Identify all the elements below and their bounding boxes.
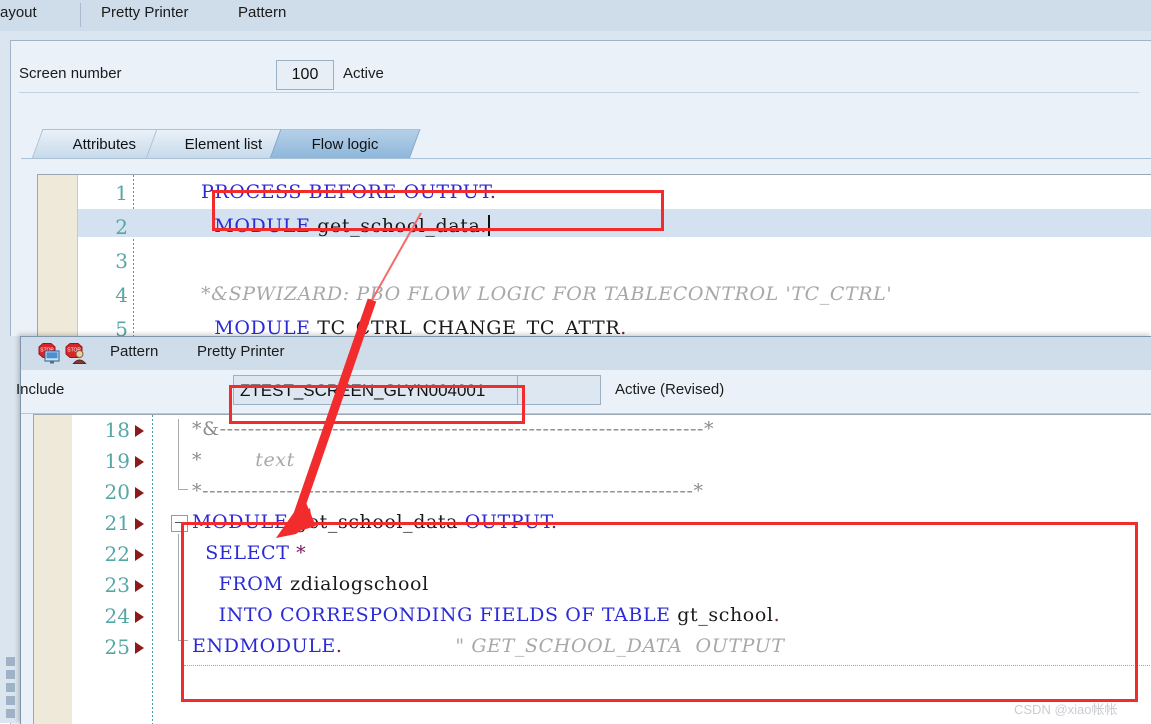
line-number: 21: [104, 511, 130, 535]
code-line-20[interactable]: *---------------------------------------…: [192, 480, 704, 502]
code-line-24[interactable]: INTO CORRESPONDING FIELDS OF TABLE gt_sc…: [192, 604, 780, 626]
include-label: Include: [16, 381, 65, 398]
text-cursor: [488, 215, 491, 236]
editor2-gutter: [34, 415, 73, 724]
abap-editor-window: STOP STOP Pattern Pretty Printer Include…: [16, 336, 1151, 724]
tab-attributes-label: Attributes: [72, 136, 137, 153]
code-line-23[interactable]: FROM zdialogschool: [192, 573, 429, 595]
line-number: 3: [115, 249, 128, 273]
screen-status-label: Active: [343, 65, 384, 82]
line-number: 22: [104, 542, 130, 566]
comment-block-bracket-foot: [178, 489, 188, 490]
stop-screen-icon[interactable]: STOP: [38, 343, 60, 364]
line-marker-icon: [135, 425, 144, 437]
window1-toolbar: ayout Pretty Printer Pattern: [0, 0, 1151, 31]
editor2-dotted-guide: [152, 415, 153, 724]
toolbar-pattern-button[interactable]: Pattern: [238, 4, 286, 21]
code-line-22[interactable]: SELECT *: [192, 542, 306, 564]
code-line-19[interactable]: * text: [192, 449, 295, 471]
line-marker-icon: [135, 487, 144, 499]
splitter-grip[interactable]: [6, 670, 15, 679]
abap-code-editor[interactable]: 18 19 20 21 22 23 24 25 *&--------------…: [33, 414, 1151, 724]
window2-pattern-button[interactable]: Pattern: [110, 343, 158, 360]
tab-element-list-label: Element list: [184, 136, 262, 153]
line-number: 25: [104, 635, 130, 659]
screen-number-input[interactable]: 100: [276, 60, 334, 90]
include-name-input-extension[interactable]: [518, 375, 601, 405]
line-number: 2: [115, 215, 128, 239]
comment-block-bracket: [178, 419, 179, 489]
toolbar-pretty-printer-button[interactable]: Pretty Printer: [101, 4, 189, 21]
stop-user-icon[interactable]: STOP: [65, 343, 87, 364]
line-number: 1: [115, 181, 128, 205]
line-marker-icon: [135, 642, 144, 654]
tab-flow-logic-label: Flow logic: [311, 136, 378, 153]
code-line-18[interactable]: *&--------------------------------------…: [192, 418, 714, 440]
editor2-bottom-dotted-rule: [184, 665, 1151, 666]
module-block-bracket-foot: [178, 640, 188, 641]
module-block-bracket: [178, 534, 179, 640]
line-marker-icon: [135, 580, 144, 592]
tab-flow-logic[interactable]: Flow logic: [269, 129, 421, 159]
splitter-grip[interactable]: [6, 709, 15, 718]
splitter-grip[interactable]: [6, 657, 15, 666]
include-name-input[interactable]: ZTEST_SCREEN_GLYN004001: [233, 375, 518, 405]
include-row: Include ZTEST_SCREEN_GLYN004001 Active (…: [16, 370, 1151, 414]
code-line-25[interactable]: ENDMODULE. " GET_SCHOOL_DATA OUTPUT: [192, 635, 785, 657]
line-number: 24: [104, 604, 130, 628]
screen-number-row: Screen number 100 Active: [19, 60, 1139, 91]
screen-number-label: Screen number: [19, 65, 122, 82]
include-status-label: Active (Revised): [615, 381, 725, 398]
line-number: 19: [104, 449, 130, 473]
line-number: 20: [104, 480, 130, 504]
tab-bottom-line: [21, 158, 1151, 159]
splitter-grip[interactable]: [6, 683, 15, 692]
code-line-1[interactable]: PROCESS BEFORE OUTPUT.: [201, 181, 496, 203]
line-number: 4: [115, 283, 128, 307]
code-line-4[interactable]: *&SPWIZARD: PBO FLOW LOGIC FOR TABLECONT…: [201, 283, 892, 305]
code-line-2[interactable]: MODULE get_school_data.: [201, 215, 491, 237]
line-marker-icon: [135, 518, 144, 530]
line-number: 18: [104, 418, 130, 442]
window2-pretty-printer-button[interactable]: Pretty Printer: [197, 343, 285, 360]
line-number: 23: [104, 573, 130, 597]
line-marker-icon: [135, 456, 144, 468]
toolbar-separator: [80, 3, 81, 27]
toolbar-layout-button[interactable]: ayout: [0, 4, 37, 21]
line-marker-icon: [135, 549, 144, 561]
code-fold-toggle[interactable]: [171, 515, 188, 532]
watermark: CSDN @xiao帐帐: [1014, 702, 1118, 717]
window2-toolbar: STOP STOP Pattern Pretty Printer: [21, 337, 1151, 371]
splitter-grip[interactable]: [6, 696, 15, 705]
code-line-21[interactable]: MODULE get_school_data OUTPUT.: [192, 511, 558, 533]
screen-row-divider: [19, 92, 1139, 93]
line-marker-icon: [135, 611, 144, 623]
